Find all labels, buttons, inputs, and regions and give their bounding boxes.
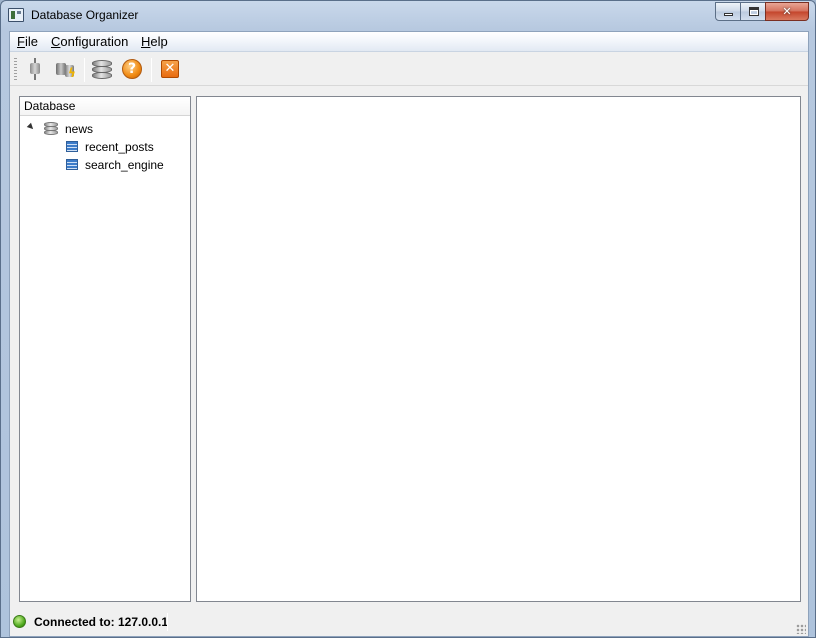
toolbar-separator <box>84 58 85 82</box>
toolbar-separator <box>151 58 152 82</box>
menu-configuration-label: onfiguration <box>60 34 129 49</box>
client-area: File Configuration Help ϟ ? ✕ Database n… <box>9 31 809 637</box>
close-icon: ✕ <box>782 5 792 18</box>
maximize-icon <box>749 7 759 16</box>
minimize-button[interactable] <box>715 2 741 21</box>
menu-help-label: elp <box>150 34 168 49</box>
connect-button[interactable] <box>22 56 48 82</box>
menu-help[interactable]: Help <box>141 34 168 50</box>
toolbar-grip[interactable] <box>14 58 17 82</box>
window-controls: ✕ <box>715 2 809 22</box>
tree-item-recent-posts[interactable]: recent_posts <box>20 138 190 156</box>
tree-item-news[interactable]: news <box>20 120 190 138</box>
database-icon <box>44 122 58 136</box>
tree-item-label: search_engine <box>85 158 164 172</box>
app-icon[interactable] <box>8 8 24 22</box>
content-panel[interactable] <box>196 96 801 602</box>
menu-configuration[interactable]: Configuration <box>51 34 128 50</box>
exit-button[interactable]: ✕ <box>157 56 183 82</box>
menu-file-accelerator: F <box>17 34 25 49</box>
status-bar: Connected to: 127.0.0.1 <box>10 610 808 636</box>
disconnect-plug-icon: ϟ <box>56 59 76 79</box>
close-x-icon: ✕ <box>161 60 179 78</box>
resize-grip[interactable] <box>796 624 806 634</box>
toolbar: ϟ ? ✕ <box>10 53 808 86</box>
tree-item-search-engine[interactable]: search_engine <box>20 156 190 174</box>
tree-header[interactable]: Database <box>20 97 190 116</box>
menu-configuration-accelerator: C <box>51 34 61 49</box>
table-icon <box>66 141 78 152</box>
table-icon <box>66 159 78 170</box>
help-icon: ? <box>122 59 142 79</box>
menu-help-accelerator: H <box>141 34 151 49</box>
disconnect-button[interactable]: ϟ <box>52 56 78 82</box>
menu-file-label: ile <box>24 34 38 49</box>
app-window: Database Organizer ✕ File Configuration … <box>0 0 816 638</box>
connect-plug-icon <box>30 58 40 80</box>
database-button[interactable] <box>89 56 115 82</box>
menu-file[interactable]: File <box>17 34 38 50</box>
connection-status-icon <box>13 615 26 628</box>
connection-status-text: Connected to: 127.0.0.1 <box>34 615 169 629</box>
database-tree[interactable]: Database news recent_posts search_engine <box>19 96 191 602</box>
minimize-icon <box>724 13 733 16</box>
title-bar[interactable]: Database Organizer ✕ <box>1 1 815 31</box>
database-icon <box>92 58 112 80</box>
window-title: Database Organizer <box>31 8 139 22</box>
help-button[interactable]: ? <box>119 56 145 82</box>
tree-item-label: news <box>65 122 94 136</box>
close-window-button[interactable]: ✕ <box>765 2 809 21</box>
menu-bar: File Configuration Help <box>10 32 808 52</box>
maximize-button[interactable] <box>740 2 766 21</box>
status-separator <box>167 613 168 631</box>
tree-item-label: recent_posts <box>85 140 154 154</box>
